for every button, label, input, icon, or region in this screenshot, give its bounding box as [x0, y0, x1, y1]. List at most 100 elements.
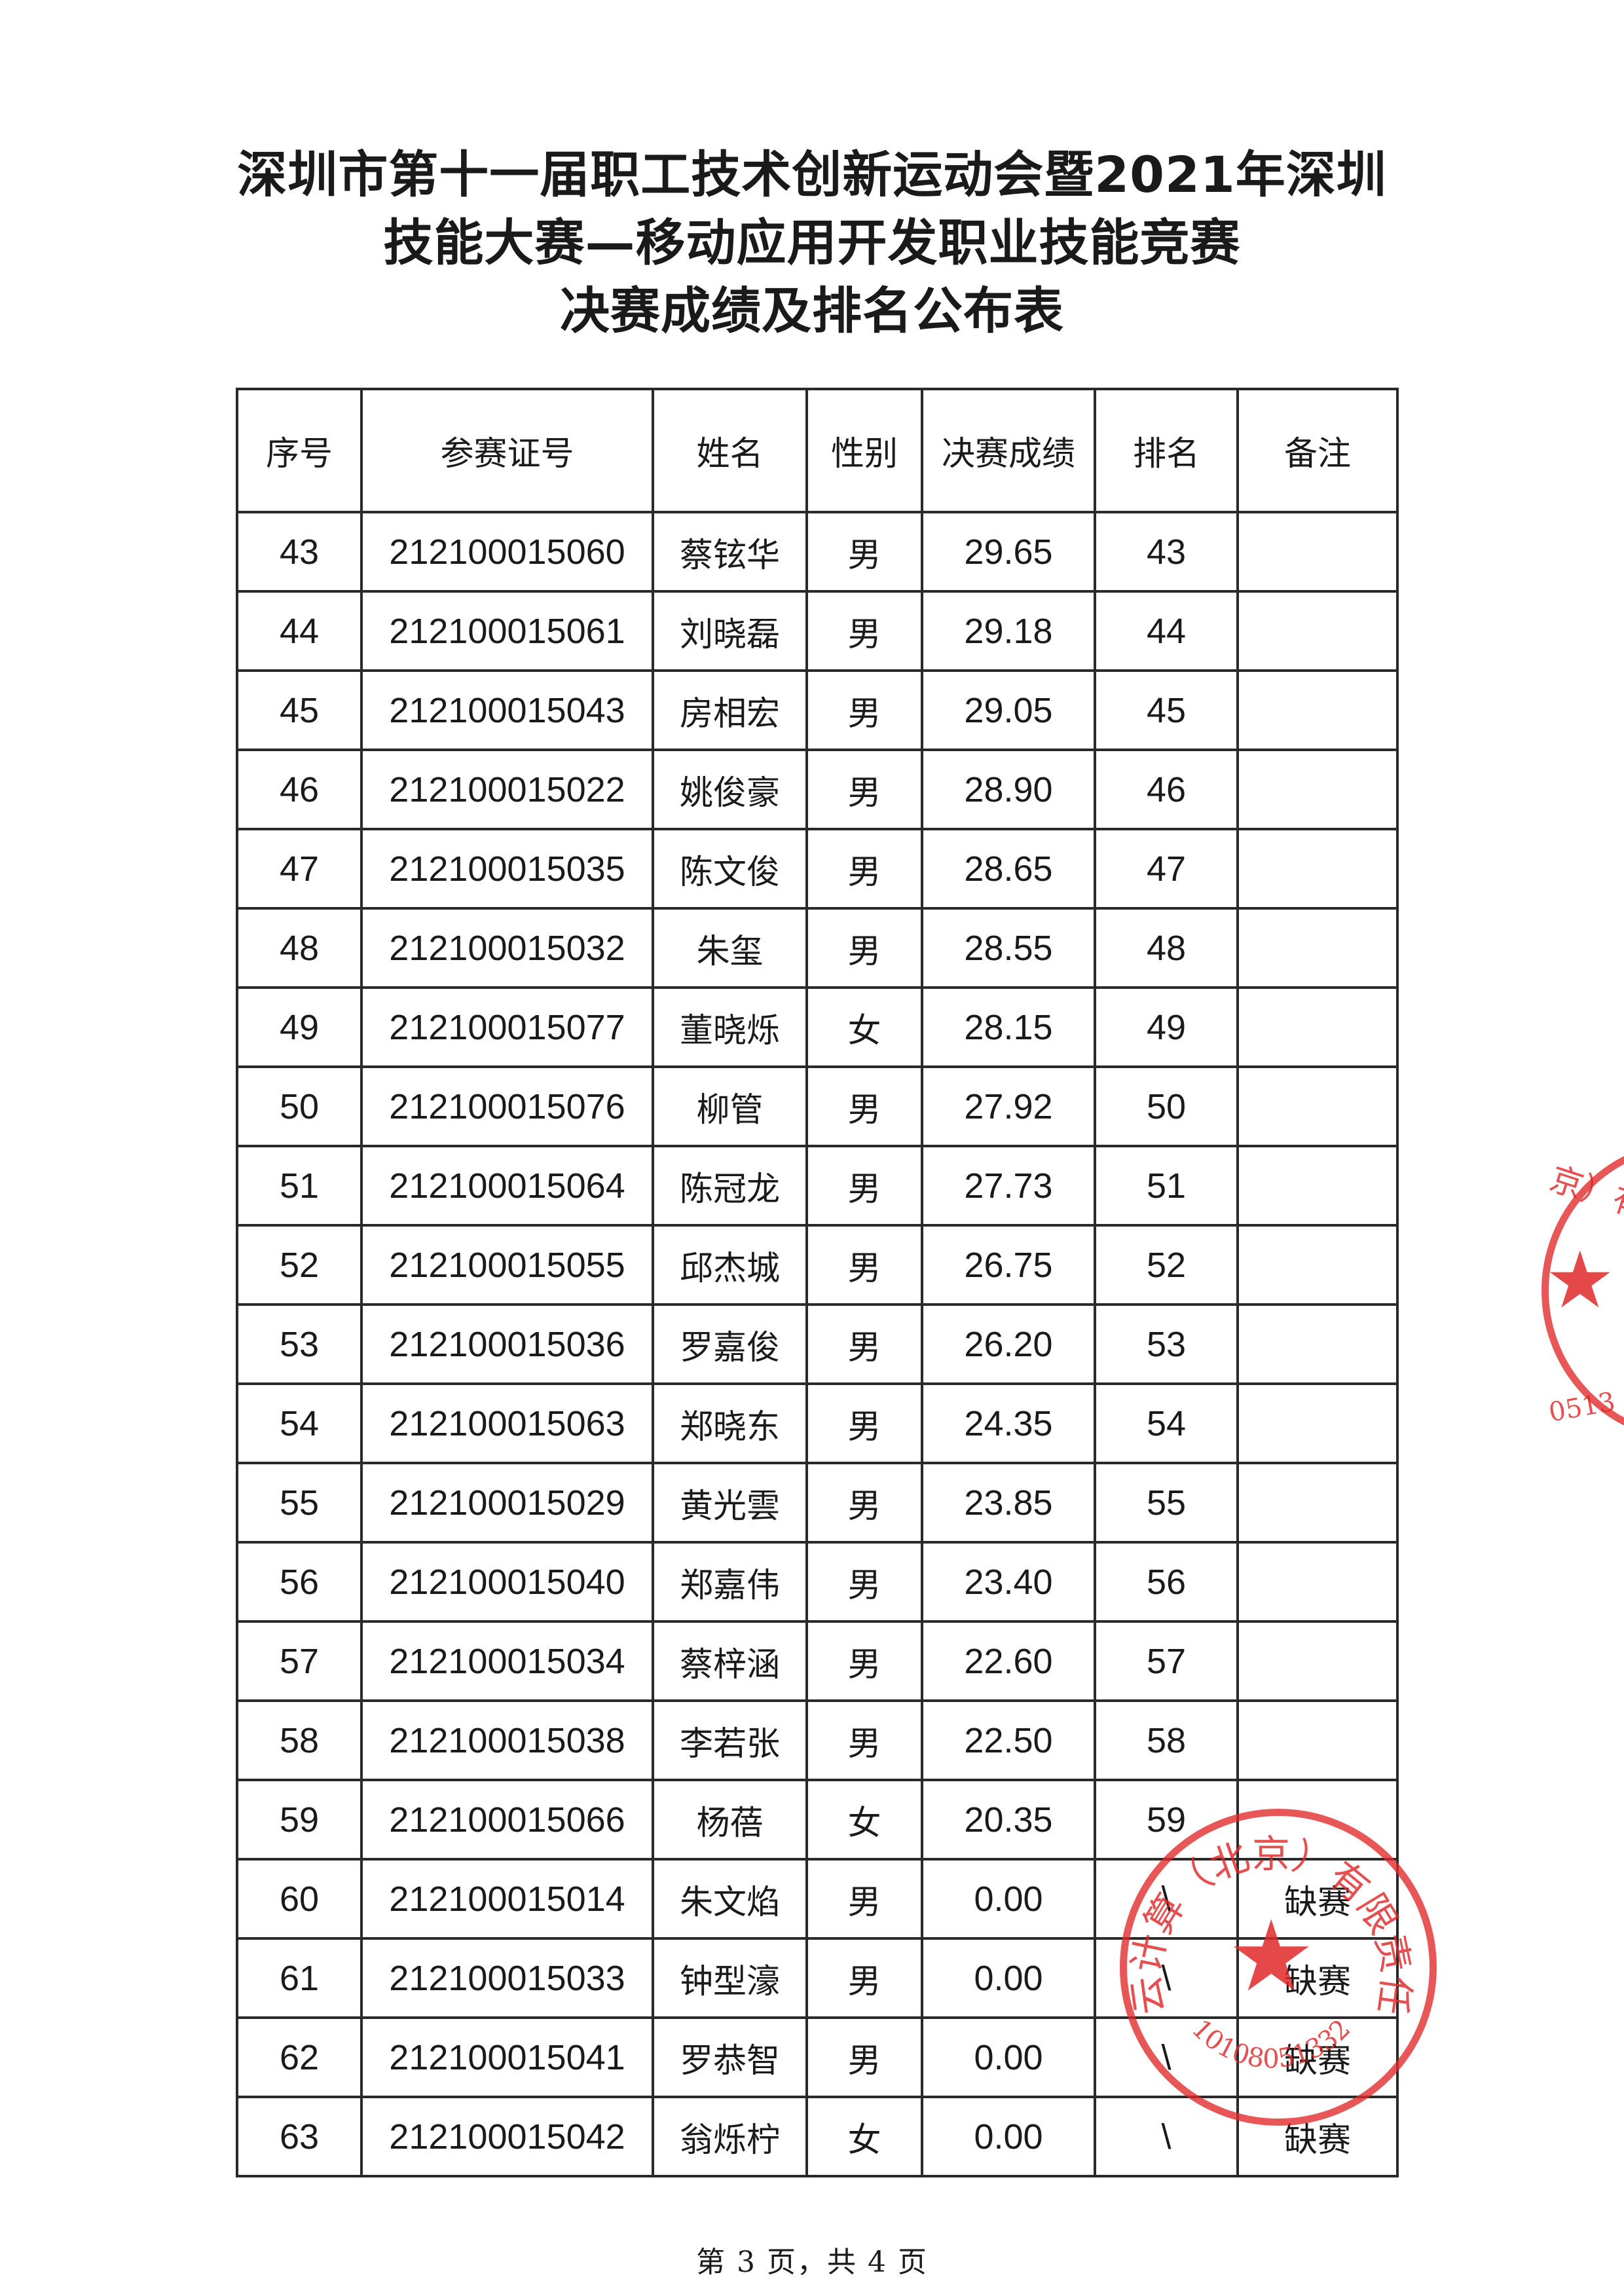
table-row: 55 212100015029 黄光雲男 23.85 55: [236, 1462, 1399, 1544]
rank-cell: 51: [1094, 1145, 1239, 1227]
remark-cell: [1236, 511, 1399, 593]
cert-no-cell: 212100015041: [360, 2016, 654, 2098]
cert-no-cell: 212100015040: [360, 1541, 654, 1623]
cert-no-cell: 212100015032: [360, 907, 654, 989]
cert-no-cell: 212100015077: [360, 986, 654, 1068]
header-rank: 排名: [1094, 388, 1239, 513]
title-line-3: 决赛成绩及排名公布表: [560, 282, 1064, 340]
table-row: 51 212100015064 陈冠龙男 27.73 51: [236, 1145, 1399, 1227]
table-row: 43 212100015060 蔡铉华男 29.65 43: [236, 511, 1399, 593]
seq-cell: 55: [236, 1462, 363, 1544]
remark-cell: [1236, 1462, 1399, 1544]
remark-cell: [1236, 1699, 1399, 1781]
name-cell: 朱玺: [652, 907, 808, 989]
name-cell: 姚俊豪: [652, 749, 808, 830]
gender-cell: 男: [805, 1145, 923, 1227]
gender-cell: 男: [805, 1382, 923, 1464]
name-cell: 罗嘉俊: [652, 1303, 808, 1385]
edge-seal-text-bottom: 0513: [1546, 1386, 1618, 1428]
seq-cell: 50: [236, 1065, 363, 1147]
rank-cell: 55: [1094, 1462, 1239, 1544]
remark-cell: [1236, 1620, 1399, 1702]
title-line-2: 技能大赛—移动应用开发职业技能竞赛: [383, 213, 1241, 272]
name-cell: 朱文焰: [652, 1858, 808, 1940]
score-cell: 28.90: [921, 749, 1096, 830]
name-cell: 柳管: [652, 1065, 808, 1147]
remark-cell: [1236, 1541, 1399, 1623]
remark-cell: [1236, 590, 1399, 672]
seq-cell: 58: [236, 1699, 363, 1781]
score-cell: 0.00: [921, 1858, 1096, 1940]
name-cell: 郑嘉伟: [652, 1541, 808, 1623]
seq-cell: 63: [236, 2096, 363, 2177]
table-row: 46 212100015022 姚俊豪男 28.90 46: [236, 749, 1399, 830]
seq-cell: 57: [236, 1620, 363, 1702]
name-cell: 蔡铉华: [652, 511, 808, 593]
table-header-row: 序号 参赛证号 姓名 性别 决赛成绩 排名 备注: [236, 388, 1399, 513]
rank-cell: 56: [1094, 1541, 1239, 1623]
seq-cell: 45: [236, 669, 363, 751]
table-row: 57 212100015034 蔡梓涵男 22.60 57: [236, 1620, 1399, 1702]
rank-cell: 53: [1094, 1303, 1239, 1385]
seq-cell: 47: [236, 828, 363, 910]
score-cell: 28.55: [921, 907, 1096, 989]
cert-no-cell: 212100015034: [360, 1620, 654, 1702]
header-remark: 备注: [1236, 388, 1399, 513]
score-cell: 0.00: [921, 2016, 1096, 2098]
score-cell: 29.05: [921, 669, 1096, 751]
score-cell: 26.75: [921, 1224, 1096, 1306]
rank-cell: 46: [1094, 749, 1239, 830]
rank-cell: 57: [1094, 1620, 1239, 1702]
seq-cell: 56: [236, 1541, 363, 1623]
table-row: 52 212100015055 邱杰城男 26.75 52: [236, 1224, 1399, 1306]
page-footer: 第 3 页，共 4 页: [696, 2246, 928, 2279]
name-cell: 董晓烁: [652, 986, 808, 1068]
rank-cell: 47: [1094, 828, 1239, 910]
seq-cell: 51: [236, 1145, 363, 1227]
name-cell: 黄光雲: [652, 1462, 808, 1544]
remark-cell: [1236, 669, 1399, 751]
gender-cell: 男: [805, 1620, 923, 1702]
name-cell: 郑晓东: [652, 1382, 808, 1464]
name-cell: 房相宏: [652, 669, 808, 751]
rank-cell: 58: [1094, 1699, 1239, 1781]
score-cell: 27.73: [921, 1145, 1096, 1227]
table-row: 56 212100015040 郑嘉伟男 23.40 56: [236, 1541, 1399, 1623]
gender-cell: 男: [805, 590, 923, 672]
score-cell: 29.18: [921, 590, 1096, 672]
score-cell: 28.15: [921, 986, 1096, 1068]
title-line-1: 深圳市第十一届职工技术创新运动会暨2021年深圳: [237, 145, 1387, 204]
seq-cell: 60: [236, 1858, 363, 1940]
edge-seal: 京）有限 ★ 0513: [1541, 1139, 1624, 1442]
cert-no-cell: 212100015042: [360, 2096, 654, 2177]
table-row: 49 212100015077 董晓烁女 28.15 49: [236, 986, 1399, 1068]
gender-cell: 男: [805, 2016, 923, 2098]
score-cell: 28.65: [921, 828, 1096, 910]
header-gender: 性别: [805, 388, 923, 513]
name-cell: 翁烁柠: [652, 2096, 808, 2177]
cert-no-cell: 212100015033: [360, 1937, 654, 2019]
header-seq: 序号: [236, 388, 363, 513]
edge-seal-text-top: 京）有限: [1545, 1159, 1624, 1236]
remark-cell: [1236, 907, 1399, 989]
gender-cell: 女: [805, 1779, 923, 1861]
cert-no-cell: 212100015022: [360, 749, 654, 830]
cert-no-cell: 212100015066: [360, 1779, 654, 1861]
remark-cell: [1236, 828, 1399, 910]
gender-cell: 女: [805, 986, 923, 1068]
table-row: 45 212100015043 房相宏男 29.05 45: [236, 669, 1399, 751]
table-row: 44 212100015061 刘晓磊男 29.18 44: [236, 590, 1399, 672]
rank-cell: 45: [1094, 669, 1239, 751]
gender-cell: 男: [805, 511, 923, 593]
gender-cell: 男: [805, 1065, 923, 1147]
rank-cell: 50: [1094, 1065, 1239, 1147]
table-row: 54 212100015063 郑晓东男 24.35 54: [236, 1382, 1399, 1464]
name-cell: 杨蓓: [652, 1779, 808, 1861]
rank-cell: 54: [1094, 1382, 1239, 1464]
document-title: 深圳市第十一届职工技术创新运动会暨2021年深圳 技能大赛—移动应用开发职业技能…: [0, 141, 1624, 345]
name-cell: 罗恭智: [652, 2016, 808, 2098]
seq-cell: 54: [236, 1382, 363, 1464]
rank-cell: 43: [1094, 511, 1239, 593]
gender-cell: 男: [805, 1541, 923, 1623]
score-cell: 27.92: [921, 1065, 1096, 1147]
